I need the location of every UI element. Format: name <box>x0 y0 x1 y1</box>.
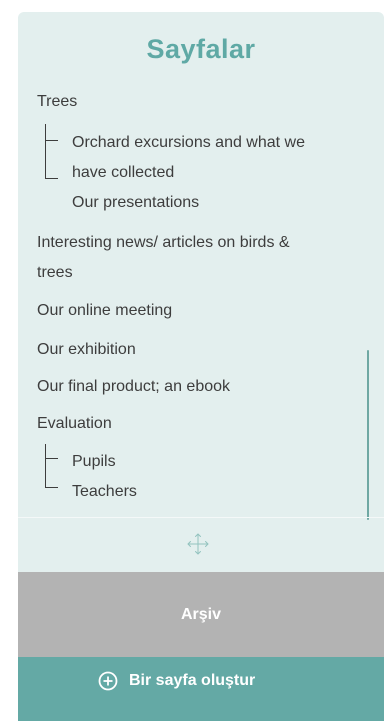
page-item-presentations[interactable]: Our presentations <box>72 193 199 213</box>
archive-button-label: Arşiv <box>180 606 222 623</box>
create-page-button[interactable]: Bir sayfa oluştur <box>18 657 384 721</box>
tree-branch <box>45 178 58 179</box>
page-item-online-meeting[interactable]: Our online meeting <box>37 301 172 321</box>
page-item-final-product[interactable]: Our final product; an ebook <box>37 377 230 397</box>
page-item-news-cont[interactable]: trees <box>37 263 73 283</box>
create-page-content: Bir sayfa oluştur <box>98 669 255 693</box>
page-item-trees[interactable]: Trees <box>37 92 77 112</box>
tree-connector-line <box>45 124 46 179</box>
pages-panel: Sayfalar Trees Orchard excursions and wh… <box>18 12 384 721</box>
move-arrows-icon[interactable] <box>186 532 210 556</box>
divider <box>18 517 384 518</box>
panel-title: Sayfalar <box>146 34 256 64</box>
tree-connector-line <box>45 444 46 488</box>
page-item-pupils[interactable]: Pupils <box>72 452 116 472</box>
tree-branch <box>45 458 58 459</box>
scrollbar[interactable] <box>367 350 369 520</box>
tree-branch <box>45 487 58 488</box>
create-page-label: Bir sayfa oluştur <box>129 672 256 689</box>
page-item-orchard-excursions[interactable]: Orchard excursions and what we <box>72 133 305 153</box>
page-item-exhibition[interactable]: Our exhibition <box>37 340 136 360</box>
page-item-evaluation[interactable]: Evaluation <box>37 414 112 434</box>
plus-circle-icon <box>98 671 118 691</box>
page-item-news[interactable]: Interesting news/ articles on birds & <box>37 233 290 253</box>
tree-branch <box>45 140 58 141</box>
page-item-orchard-excursions-cont[interactable]: have collected <box>72 163 174 183</box>
archive-button[interactable]: Arşiv <box>18 572 384 657</box>
page-item-teachers[interactable]: Teachers <box>72 482 137 502</box>
